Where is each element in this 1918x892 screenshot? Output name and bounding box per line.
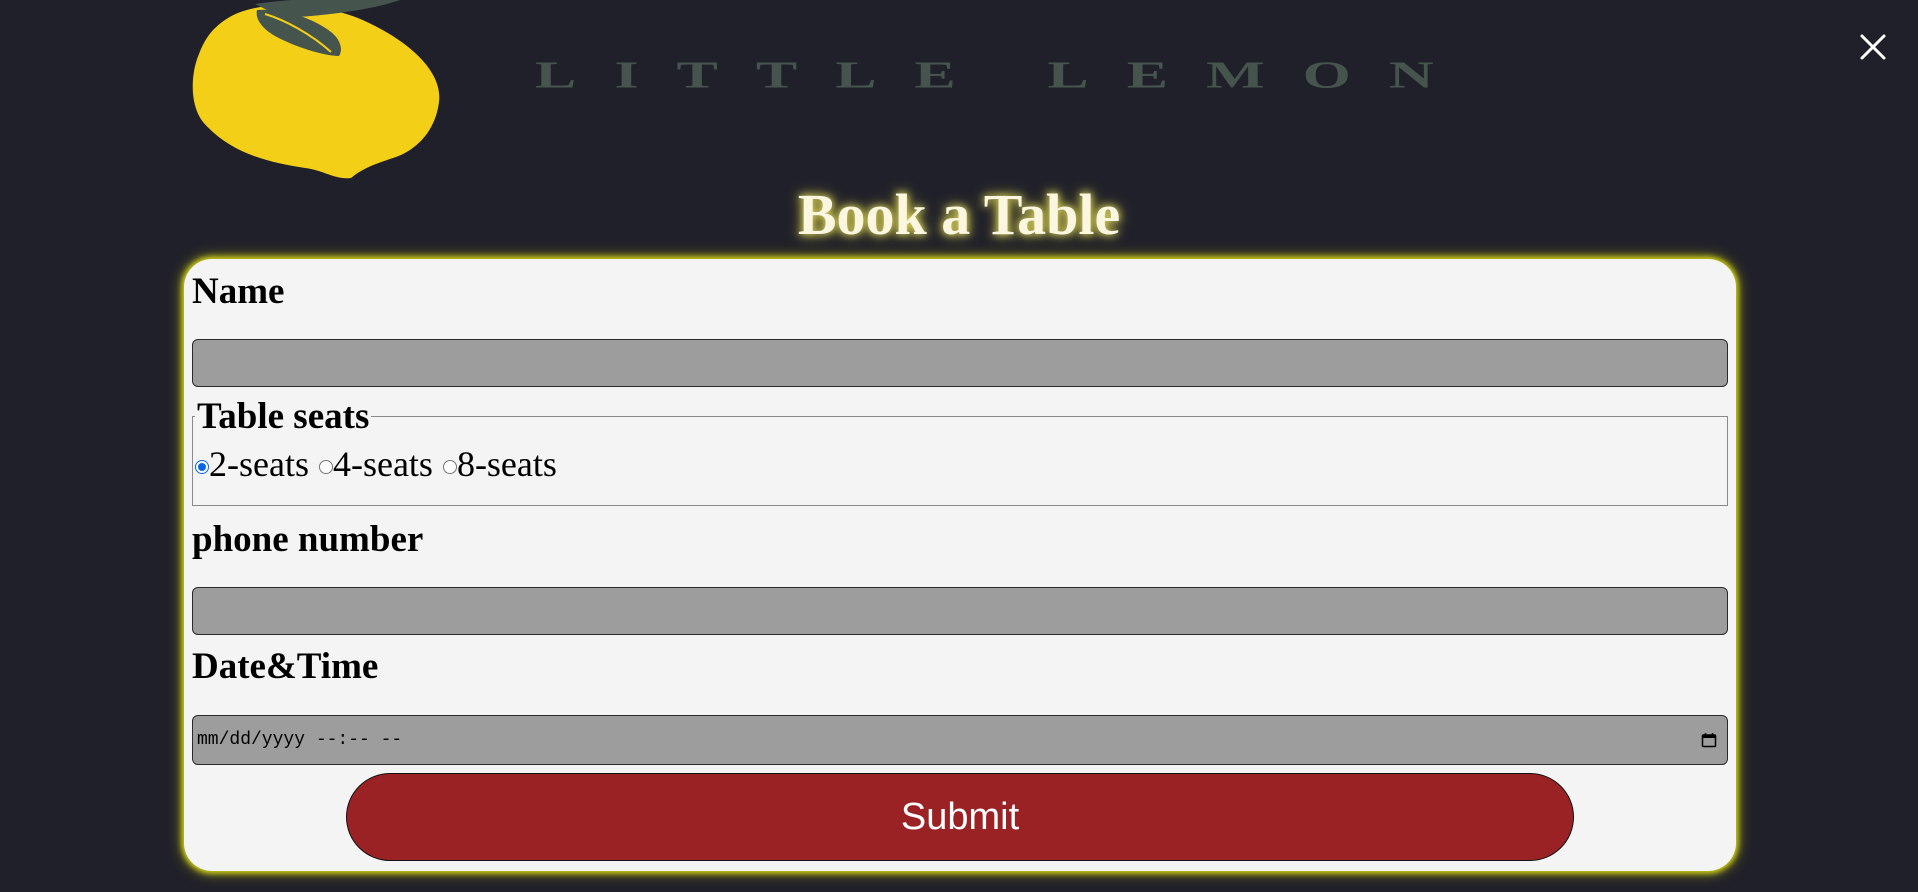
- radio-8-seats[interactable]: [442, 460, 457, 474]
- name-label: Name: [192, 271, 285, 312]
- datetime-field[interactable]: mm/dd/yyyy --:-- --: [192, 715, 1728, 765]
- booking-form: Name Table seats 2-seats 4-seats 8-seats…: [184, 259, 1736, 871]
- booking-page: LITTLE LEMON Book a Table Name Table sea…: [0, 0, 1918, 892]
- datetime-placeholder: mm/dd/yyyy --:-- --: [197, 730, 403, 750]
- table-seats-legend: Table seats: [195, 396, 372, 437]
- close-button[interactable]: [1856, 30, 1890, 64]
- table-seats-options: 2-seats 4-seats 8-seats: [193, 443, 565, 485]
- calendar-icon[interactable]: [1701, 732, 1717, 748]
- lemon-icon: [192, 0, 440, 179]
- table-seats-fieldset: Table seats 2-seats 4-seats 8-seats: [192, 398, 1728, 506]
- datetime-label: Date&Time: [192, 646, 379, 687]
- radio-4-seats-label[interactable]: 4-seats: [333, 443, 433, 485]
- close-icon: [1860, 34, 1886, 60]
- page-title: Book a Table: [797, 182, 1121, 247]
- radio-4-seats[interactable]: [318, 460, 333, 474]
- submit-button[interactable]: Submit: [346, 773, 1574, 861]
- name-field[interactable]: [192, 339, 1728, 387]
- brand-name: LITTLE LEMON: [535, 54, 1472, 97]
- phone-label: phone number: [192, 519, 424, 560]
- phone-field[interactable]: [192, 587, 1728, 635]
- radio-8-seats-label[interactable]: 8-seats: [457, 443, 557, 485]
- radio-2-seats-label[interactable]: 2-seats: [209, 443, 309, 485]
- radio-2-seats[interactable]: [195, 460, 209, 474]
